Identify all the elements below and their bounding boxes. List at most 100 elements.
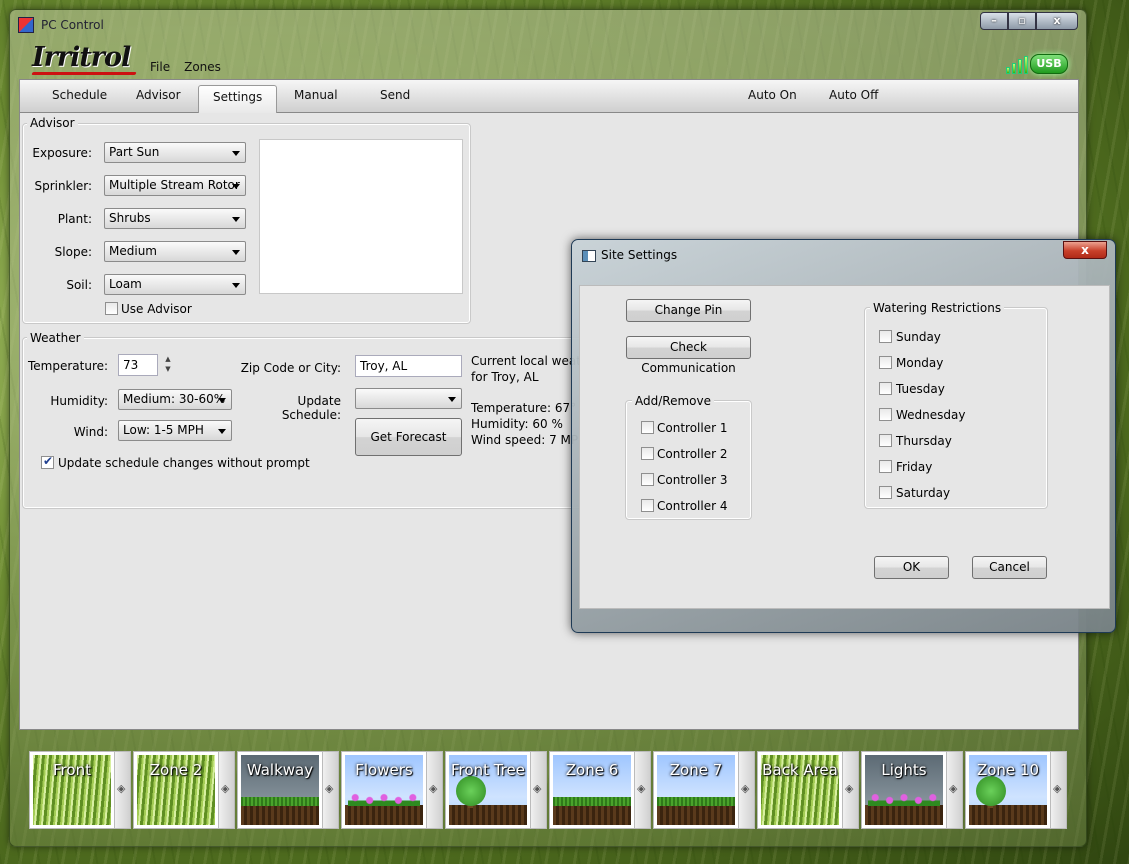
zone-arrow-icon[interactable] [219, 751, 235, 829]
zone-strip: Front Zone 2 Walkway Flowers Front Tree … [29, 751, 1069, 831]
auto-off-button[interactable]: Auto Off [829, 88, 878, 102]
update-without-prompt-label: Update schedule changes without prompt [58, 456, 310, 470]
site-settings-dialog: Site Settings x Change Pin Check Communi… [571, 239, 1116, 633]
zone-tile[interactable]: Flowers [341, 751, 445, 831]
zone-tile[interactable]: Back Area [757, 751, 861, 831]
zone-tile[interactable]: Zone 6 [549, 751, 653, 831]
dropdown-arrow-icon [218, 398, 226, 403]
zone-arrow-icon[interactable] [1051, 751, 1067, 829]
menu-file[interactable]: File [150, 60, 170, 74]
monday-label: Monday [896, 356, 944, 370]
thursday-checkbox[interactable] [879, 434, 892, 447]
plant-select[interactable]: Shrubs [104, 208, 246, 229]
zone-tile[interactable]: Lights [861, 751, 965, 831]
tab-advisor[interactable]: Advisor [136, 88, 181, 102]
dropdown-arrow-icon [232, 217, 240, 222]
minimize-icon: – [991, 14, 997, 27]
signal-icon [1006, 56, 1028, 74]
close-button[interactable]: x [1036, 12, 1078, 30]
zone-arrow-icon[interactable] [739, 751, 755, 829]
dialog-title: Site Settings [601, 248, 678, 262]
zone-tile[interactable]: Front Tree [445, 751, 549, 831]
zone-thumbnail: Lights [861, 751, 947, 829]
menu-zones[interactable]: Zones [184, 60, 221, 74]
zone-arrow-icon[interactable] [531, 751, 547, 829]
sunday-label: Sunday [896, 330, 941, 344]
controller-2-checkbox[interactable] [641, 447, 654, 460]
ok-button[interactable]: OK [874, 556, 949, 579]
saturday-checkbox[interactable] [879, 486, 892, 499]
friday-checkbox[interactable] [879, 460, 892, 473]
zone-arrow-icon[interactable] [635, 751, 651, 829]
controller-3-label: Controller 3 [657, 473, 728, 487]
use-advisor-checkbox[interactable] [105, 302, 118, 315]
update-schedule-select[interactable] [355, 388, 462, 409]
controller-3-checkbox[interactable] [641, 473, 654, 486]
zone-tile[interactable]: Front [29, 751, 133, 831]
controller-4-checkbox[interactable] [641, 499, 654, 512]
dropdown-arrow-icon [232, 283, 240, 288]
tuesday-checkbox[interactable] [879, 382, 892, 395]
slope-select[interactable]: Medium [104, 241, 246, 262]
soil-select[interactable]: Loam [104, 274, 246, 295]
humidity-select[interactable]: Medium: 30-60% [118, 389, 232, 410]
zone-name: Lights [881, 761, 927, 779]
maximize-button[interactable]: ▫ [1008, 12, 1036, 30]
weather-legend: Weather [27, 331, 84, 345]
tab-bar: Schedule Advisor Settings Manual Send Au… [19, 79, 1079, 113]
wind-value: Low: 1-5 MPH [123, 423, 204, 437]
menu-bar: File Zones [150, 60, 221, 74]
zone-thumbnail: Zone 10 [965, 751, 1051, 829]
close-icon: x [1053, 14, 1061, 27]
change-pin-button[interactable]: Change Pin [626, 299, 751, 322]
zone-tile[interactable]: Zone 10 [965, 751, 1069, 831]
tab-settings[interactable]: Settings [198, 85, 278, 113]
tab-schedule[interactable]: Schedule [52, 88, 107, 102]
current-wind: Wind speed: 7 MPH [471, 433, 588, 447]
controller-1-checkbox[interactable] [641, 421, 654, 434]
zone-tile[interactable]: Zone 7 [653, 751, 757, 831]
zone-tile[interactable]: Walkway [237, 751, 341, 831]
app-icon [18, 17, 34, 33]
advisor-legend: Advisor [27, 116, 78, 130]
zone-arrow-icon[interactable] [427, 751, 443, 829]
zone-thumbnail: Walkway [237, 751, 323, 829]
exposure-select[interactable]: Part Sun [104, 142, 246, 163]
dropdown-arrow-icon [232, 151, 240, 156]
sprinkler-select[interactable]: Multiple Stream Rotor [104, 175, 246, 196]
zone-thumbnail: Zone 6 [549, 751, 635, 829]
update-without-prompt-checkbox[interactable] [41, 454, 54, 469]
minimize-button[interactable]: – [980, 12, 1008, 30]
slope-label: Slope: [54, 245, 92, 259]
dialog-icon [582, 250, 596, 262]
zone-name: Zone 7 [669, 761, 723, 779]
zone-thumbnail: Flowers [341, 751, 427, 829]
spinner-icon[interactable]: ▲ ▼ [163, 354, 173, 374]
zone-thumbnail: Zone 7 [653, 751, 739, 829]
dropdown-arrow-icon [232, 250, 240, 255]
zone-arrow-icon[interactable] [115, 751, 131, 829]
tab-manual[interactable]: Manual [294, 88, 338, 102]
zone-arrow-icon[interactable] [323, 751, 339, 829]
sunday-checkbox[interactable] [879, 330, 892, 343]
wednesday-checkbox[interactable] [879, 408, 892, 421]
zip-input[interactable]: Troy, AL [355, 355, 462, 377]
cancel-button[interactable]: Cancel [972, 556, 1047, 579]
zone-arrow-icon[interactable] [843, 751, 859, 829]
zone-arrow-icon[interactable] [947, 751, 963, 829]
usb-badge: USB [1030, 54, 1068, 74]
check-communication-button[interactable]: Check Communication [626, 336, 751, 375]
tab-send[interactable]: Send [380, 88, 410, 102]
temperature-input[interactable]: 73 [118, 354, 158, 376]
get-forecast-button[interactable]: Get Forecast [355, 418, 462, 456]
dialog-close-button[interactable]: x [1063, 241, 1107, 259]
zone-name: Flowers [355, 761, 413, 779]
wind-select[interactable]: Low: 1-5 MPH [118, 420, 232, 441]
exposure-value: Part Sun [109, 145, 160, 159]
auto-on-button[interactable]: Auto On [748, 88, 797, 102]
title-bar: PC Control – ▫ x [10, 10, 1086, 40]
zone-name: Zone 6 [565, 761, 619, 779]
zone-tile[interactable]: Zone 2 [133, 751, 237, 831]
monday-checkbox[interactable] [879, 356, 892, 369]
zone-name: Front [53, 761, 91, 779]
